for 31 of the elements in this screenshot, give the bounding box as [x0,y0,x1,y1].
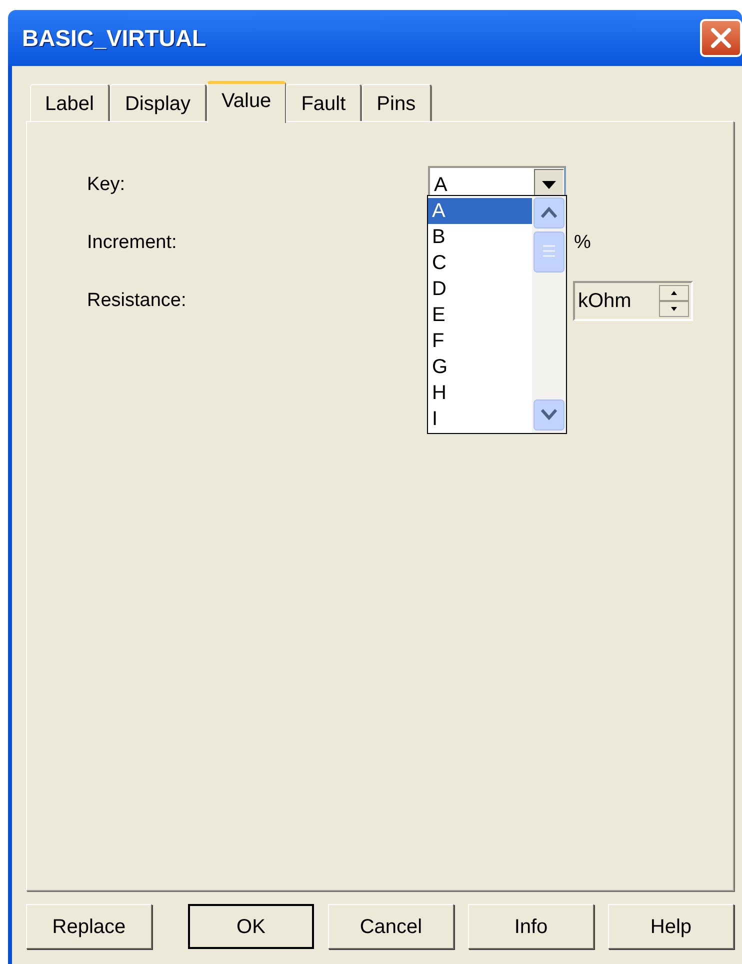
tab[interactable]: Fault [286,84,362,122]
list-option[interactable]: E [428,302,532,328]
list-option[interactable]: B [428,224,532,250]
list-option[interactable]: G [428,354,532,380]
unit-label: % [574,230,591,255]
tab[interactable]: Value [206,81,286,123]
dialog-button[interactable]: Replace [26,904,152,949]
list-option[interactable]: F [428,328,532,354]
unit-spinner[interactable]: kOhm [573,281,693,321]
dialog-button[interactable]: Info [468,904,594,949]
tab[interactable]: Pins [362,84,432,122]
dropdown-value: A [433,173,448,198]
tab[interactable]: Display [110,84,207,122]
window-title: BASIC_VIRTUAL [22,24,206,53]
dialog-button[interactable]: Help [608,904,734,949]
close-icon [709,26,733,50]
dialog-button[interactable]: OK [188,904,314,949]
spin-arrows-icon [659,285,689,317]
list-option[interactable]: I [428,406,532,432]
list-option[interactable]: A [428,198,532,224]
field-label: Increment: [87,230,178,255]
close-button[interactable] [700,19,742,57]
caret-icon [542,181,556,189]
dialog-button[interactable]: Cancel [328,904,454,949]
list-option[interactable]: D [428,276,532,302]
field-label: Resistance: [87,288,188,313]
field-label: Key: [87,172,126,197]
scrollbar[interactable] [532,196,566,433]
list-option[interactable]: C [428,250,532,276]
tab[interactable]: Label [30,84,110,122]
list-option[interactable]: H [428,380,532,406]
